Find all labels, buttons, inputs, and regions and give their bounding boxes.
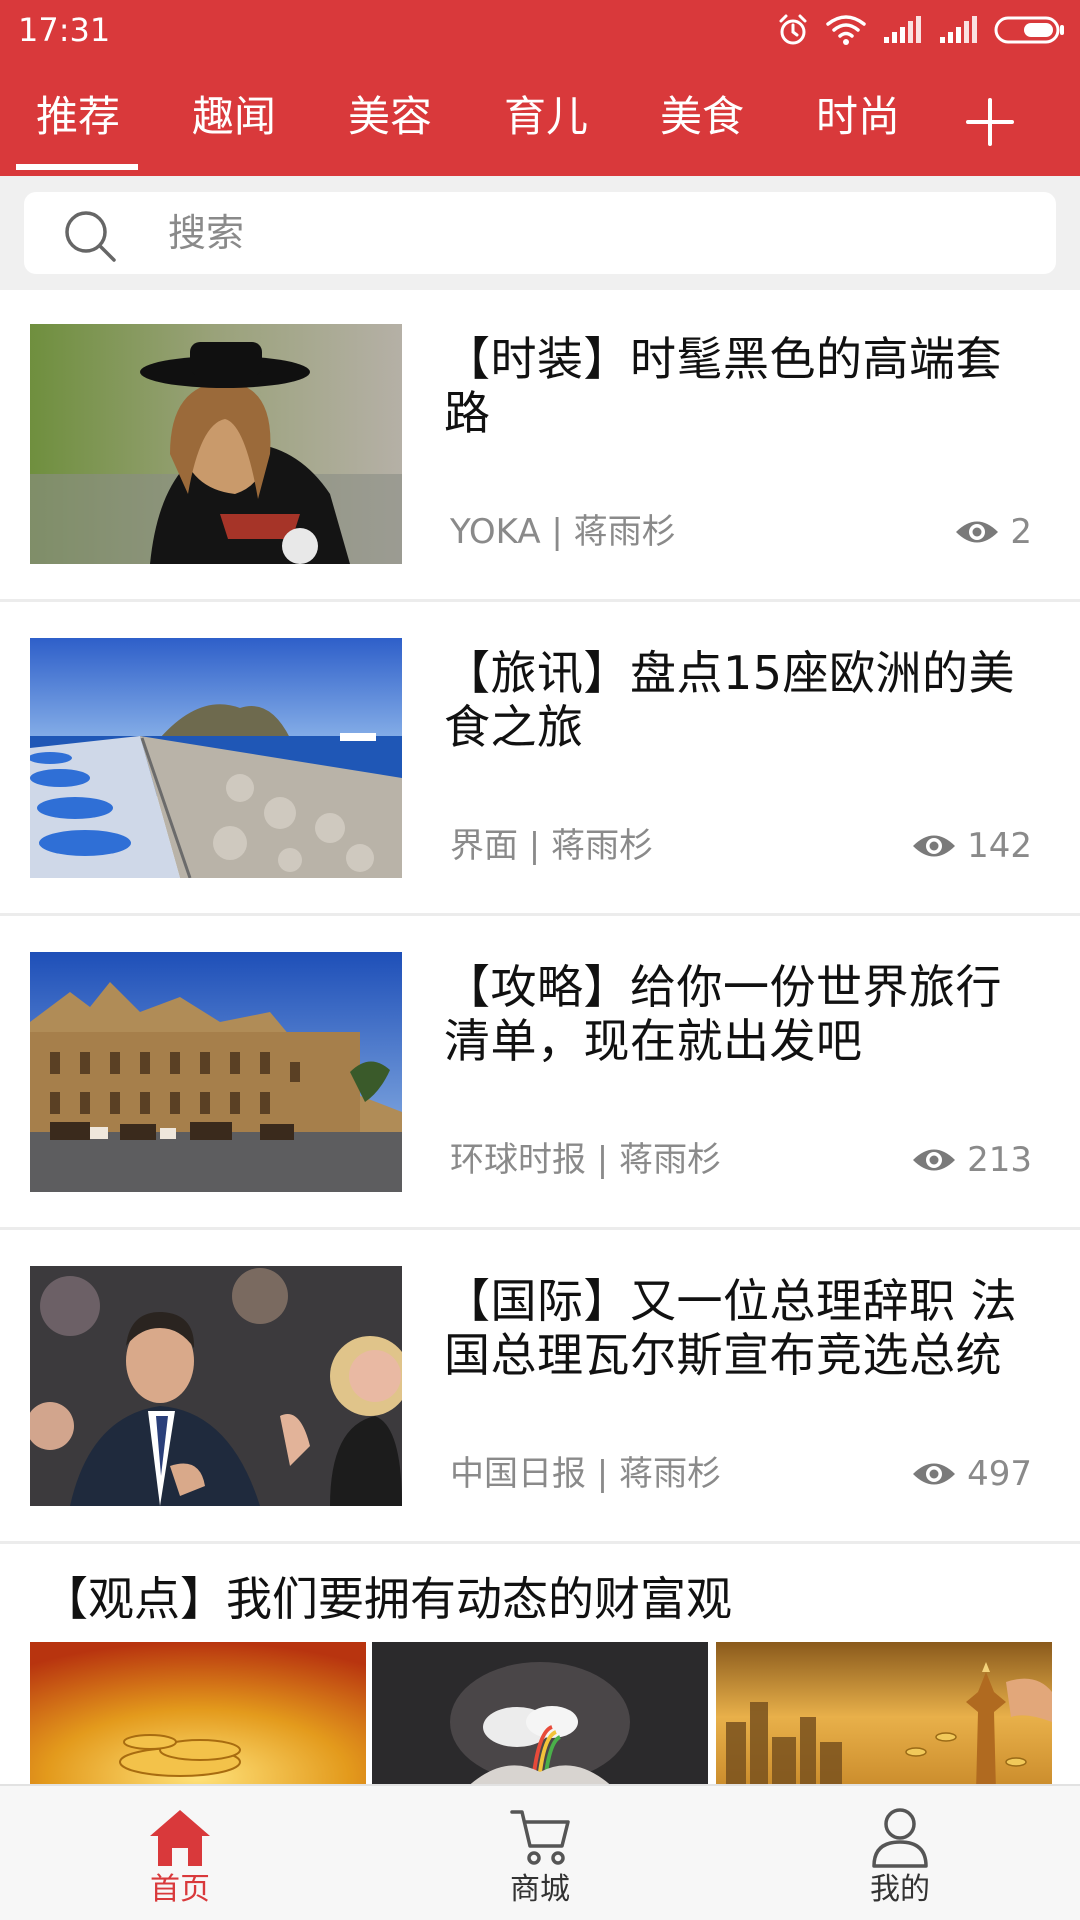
app-screen: 17:31 推荐 趣闻 美容 育儿 美食 时尚 搜索 【时装】时髦黑色的高端套路… <box>0 0 1080 1920</box>
golden-city-photo <box>716 1642 1052 1784</box>
news-title: 【时装】时髦黑色的高端套路 <box>444 332 1002 440</box>
wifi-icon <box>826 14 866 46</box>
status-icons <box>776 12 1066 48</box>
fashion-photo <box>30 324 402 564</box>
view-count: 142 <box>911 826 1032 866</box>
search-input[interactable] <box>168 206 1028 260</box>
nav-profile[interactable]: 我的 <box>800 1786 1000 1920</box>
tab-beauty[interactable]: 美容 <box>348 92 432 142</box>
eye-icon <box>911 1459 957 1489</box>
news-item[interactable]: 【攻略】给你一份世界旅行清单，现在就出发吧 环球时报 | 蒋雨杉 213 <box>0 918 1080 1230</box>
news-item[interactable]: 【国际】又一位总理辞职 法国总理瓦尔斯宣布竞选总统 中国日报 | 蒋雨杉 497 <box>0 1232 1080 1544</box>
battery-icon <box>994 15 1066 45</box>
status-bar: 17:31 <box>0 0 1080 60</box>
plus-icon[interactable] <box>964 96 1016 148</box>
search-icon <box>62 208 118 264</box>
news-source-author: 环球时报 | 蒋雨杉 <box>450 1140 722 1180</box>
eye-icon <box>911 1145 957 1175</box>
rainbow-hands-photo <box>372 1642 708 1784</box>
category-tabs: 推荐 趣闻 美容 育儿 美食 时尚 <box>0 82 1080 176</box>
view-count-value: 213 <box>967 1140 1032 1180</box>
news-title: 【攻略】给你一份世界旅行清单，现在就出发吧 <box>444 960 1002 1068</box>
view-count: 2 <box>954 512 1032 552</box>
alarm-icon <box>776 13 810 47</box>
signal-icon <box>882 15 922 45</box>
nav-label: 首页 <box>150 1872 210 1907</box>
gallery-news-item[interactable]: 【观点】我们要拥有动态的财富观 <box>0 1552 1080 1784</box>
search-box[interactable] <box>24 192 1056 274</box>
signal-icon <box>938 15 978 45</box>
nav-label: 我的 <box>870 1872 930 1907</box>
view-count: 213 <box>911 1140 1032 1180</box>
nav-label: 商城 <box>510 1872 570 1907</box>
news-item[interactable]: 【时装】时髦黑色的高端套路 YOKA | 蒋雨杉 2 <box>0 290 1080 602</box>
active-tab-indicator <box>16 164 138 170</box>
news-source-author: YOKA | 蒋雨杉 <box>450 512 676 552</box>
nav-mall[interactable]: 商城 <box>440 1786 640 1920</box>
view-count: 497 <box>911 1454 1032 1494</box>
cathedral-photo <box>30 952 402 1192</box>
tab-recommend[interactable]: 推荐 <box>36 92 120 142</box>
tab-fashion[interactable]: 时尚 <box>816 92 900 142</box>
bottom-nav: 首页 商城 我的 <box>0 1784 1080 1920</box>
tab-food[interactable]: 美食 <box>660 92 744 142</box>
view-count-value: 142 <box>967 826 1032 866</box>
header: 17:31 推荐 趣闻 美容 育儿 美食 时尚 <box>0 0 1080 176</box>
news-title: 【国际】又一位总理辞职 法国总理瓦尔斯宣布竞选总统 <box>444 1274 1018 1382</box>
view-count-value: 2 <box>1010 512 1032 552</box>
seaside-photo <box>30 638 402 878</box>
news-source-author: 中国日报 | 蒋雨杉 <box>450 1454 722 1494</box>
view-count-value: 497 <box>967 1454 1032 1494</box>
news-item[interactable]: 【旅讯】盘点15座欧洲的美食之旅 界面 | 蒋雨杉 142 <box>0 604 1080 916</box>
news-title: 【观点】我们要拥有动态的财富观 <box>42 1572 732 1626</box>
news-source-author: 界面 | 蒋雨杉 <box>450 826 654 866</box>
eye-icon <box>911 831 957 861</box>
nav-home[interactable]: 首页 <box>80 1786 280 1920</box>
politician-photo <box>30 1266 402 1506</box>
home-icon <box>148 1806 212 1868</box>
status-time: 17:31 <box>18 11 111 49</box>
tab-fun-news[interactable]: 趣闻 <box>192 92 276 142</box>
user-icon <box>868 1806 932 1868</box>
news-title: 【旅讯】盘点15座欧洲的美食之旅 <box>444 646 1016 754</box>
gold-coins-photo <box>30 1642 366 1784</box>
tab-parenting[interactable]: 育儿 <box>504 92 588 142</box>
eye-icon <box>954 517 1000 547</box>
search-bar <box>0 176 1080 290</box>
cart-icon <box>508 1806 572 1868</box>
news-feed: 【时装】时髦黑色的高端套路 YOKA | 蒋雨杉 2 【旅讯】盘点15座欧洲的美… <box>0 290 1080 1784</box>
